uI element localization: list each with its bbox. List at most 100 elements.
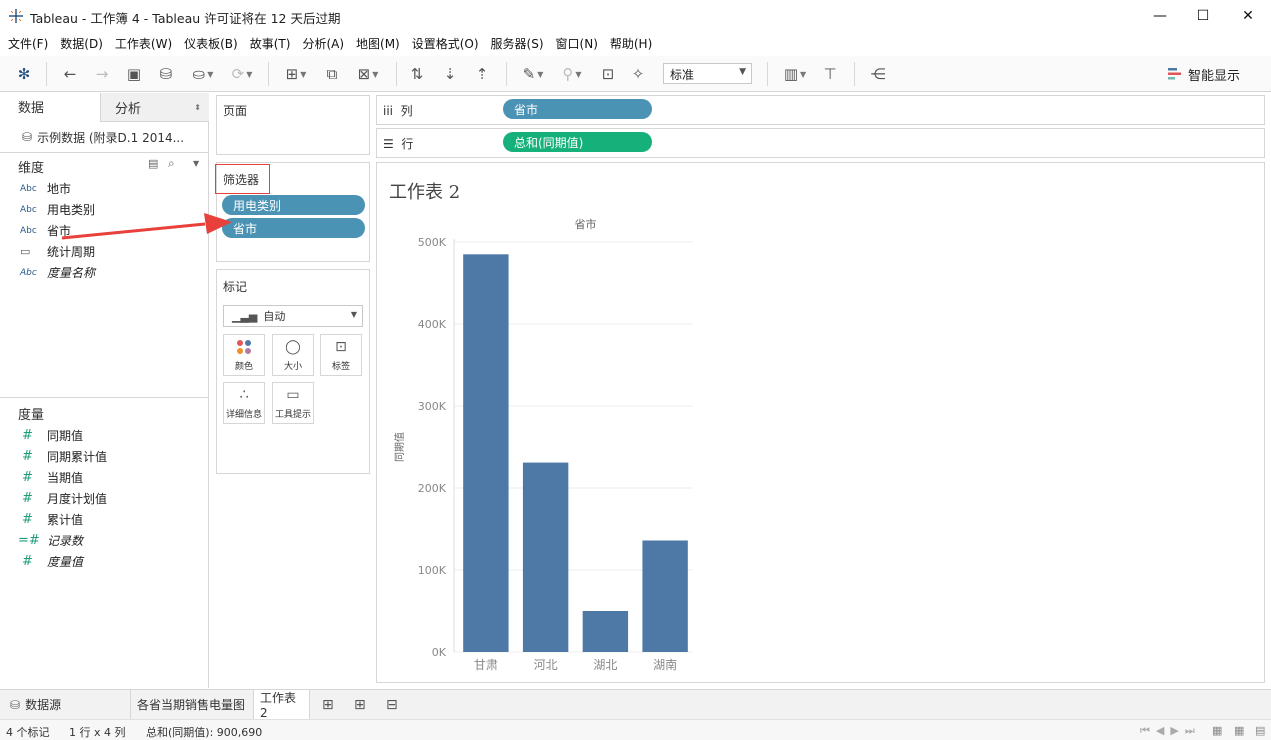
search-icon[interactable]: ⌕: [168, 156, 175, 171]
datasource-name: 示例数据 (附录D.1 2014...: [37, 130, 185, 145]
dimension-item[interactable]: Abc 用电类别: [0, 199, 208, 220]
dimension-item[interactable]: Abc 度量名称: [0, 262, 208, 283]
sheet-tab-bar: ⛁ 数据源 各省当期销售电量图 工作表 2 ⊞ ⊞ ⊟: [0, 689, 1271, 720]
filmstrip-icon[interactable]: ▦: [1234, 724, 1244, 737]
size-icon: ◯: [285, 338, 301, 355]
menu-map[interactable]: 地图(M): [350, 35, 406, 52]
dimension-item[interactable]: Abc 地市: [0, 178, 208, 199]
rows-shelf[interactable]: ☰ 行 总和(同期值): [376, 128, 1265, 158]
menu-format[interactable]: 设置格式(O): [406, 35, 485, 52]
refresh-icon[interactable]: ⟳ ▼: [224, 62, 260, 86]
toolbar: ✻ ← → ▣ ⛁ ⛀ ▼ ⟳ ▼ ⊞ ▼ ⧉ ⊠ ▼ ⇅ ⇣ ⇡ ✎ ▼ ⚲ ▼ ⊡ ✧ …: [0, 56, 1271, 92]
sort-ascending-icon[interactable]: ⇣: [438, 62, 462, 86]
size-button[interactable]: ◯ 大小: [272, 334, 314, 376]
tableau-home-icon[interactable]: ✻: [12, 62, 36, 86]
y-tick-label: 0K: [432, 646, 447, 659]
bar-chart: 省市 0K 100K 200K 300K 400K 500K 同期值甘肃 河北 湖北 湖南: [393, 217, 693, 672]
measure-item[interactable]: =# 记录数: [0, 530, 208, 551]
x-tick-label: 湖南: [653, 657, 677, 672]
hash-icon: #: [22, 449, 33, 464]
y-tick-label: 500K: [418, 236, 447, 249]
tooltip-icon: ▭: [286, 386, 300, 403]
measure-item[interactable]: # 度量值: [0, 551, 208, 572]
detail-button[interactable]: ∴ 详细信息: [223, 382, 265, 424]
menu-dashboard[interactable]: 仪表板(B): [178, 35, 244, 52]
new-worksheet-icon[interactable]: ⊞ ▼: [278, 62, 314, 86]
tab-analysis[interactable]: 分析 ⬍: [100, 93, 209, 122]
rows-label: ☰ 行: [383, 137, 414, 151]
new-datasource-icon[interactable]: ⛁: [154, 62, 178, 86]
columns-label: iii 列: [383, 104, 413, 118]
label-button[interactable]: ⊡ 标签: [320, 334, 362, 376]
datasource-icon: ⛁: [10, 697, 21, 712]
rows-pill[interactable]: 总和(同期值): [503, 132, 652, 152]
presentation-mode-icon[interactable]: ⊤: [818, 62, 842, 86]
view-cards-icon[interactable]: ▤: [148, 157, 158, 170]
measure-item[interactable]: # 当期值: [0, 467, 208, 488]
fit-select[interactable]: 标准 ▼: [663, 63, 752, 84]
x-tick-label: 河北: [534, 658, 558, 672]
measure-item[interactable]: # 同期值: [0, 425, 208, 446]
new-worksheet-icon[interactable]: ⊞: [316, 690, 342, 719]
share-icon[interactable]: ⋲: [866, 62, 890, 86]
chevron-down-icon[interactable]: ▼: [193, 159, 199, 168]
columns-shelf[interactable]: iii 列 省市: [376, 95, 1265, 125]
dimension-item[interactable]: ▭ 统计周期: [0, 241, 208, 262]
tab-datasource[interactable]: ⛁ 数据源: [4, 690, 130, 719]
filter-pill[interactable]: 用电类别: [222, 195, 365, 215]
filter-pill[interactable]: 省市: [222, 218, 365, 238]
pages-card[interactable]: 页面: [216, 95, 370, 155]
dimension-item[interactable]: Abc 省市: [0, 220, 208, 241]
highlight-icon[interactable]: ✎ ▼: [516, 62, 550, 86]
duplicate-sheet-icon[interactable]: ⧉: [320, 62, 344, 86]
status-sum: 总和(同期值): 900,690: [146, 726, 263, 739]
measure-item[interactable]: # 同期累计值: [0, 446, 208, 467]
color-button[interactable]: 颜色: [223, 334, 265, 376]
new-story-icon[interactable]: ⊟: [380, 690, 406, 719]
menu-worksheet[interactable]: 工作表(W): [109, 35, 178, 52]
maximize-button[interactable]: ☐: [1180, 0, 1226, 32]
show-cards-icon[interactable]: ▥ ▼: [777, 62, 813, 86]
undo-icon[interactable]: ←: [58, 62, 82, 86]
status-bar: 4 个标记 1 行 x 4 列 总和(同期值): 900,690 ⏮◀▶⏭ ▦ …: [0, 719, 1271, 740]
menu-window[interactable]: 窗口(N): [550, 35, 604, 52]
pin-axes-icon[interactable]: ✧: [626, 62, 650, 86]
menu-file[interactable]: 文件(F): [2, 35, 54, 52]
redo-icon[interactable]: →: [90, 62, 114, 86]
tooltip-button[interactable]: ▭ 工具提示: [272, 382, 314, 424]
measures-title: 度量: [18, 408, 45, 423]
mark-type-select[interactable]: ▁▃▅ 自动 ▼: [223, 305, 363, 327]
x-tick-label: 湖北: [593, 657, 617, 672]
menu-story[interactable]: 故事(T): [244, 35, 297, 52]
measure-item[interactable]: # 月度计划值: [0, 488, 208, 509]
new-dashboard-icon[interactable]: ⊞: [348, 690, 374, 719]
close-button[interactable]: ✕: [1225, 0, 1271, 32]
tab-data[interactable]: 数据: [0, 93, 100, 122]
sort-descending-icon[interactable]: ⇡: [470, 62, 494, 86]
tab-sheet-active[interactable]: 工作表 2: [253, 690, 310, 720]
filters-card[interactable]: 筛选器 用电类别 省市: [215, 162, 370, 262]
group-icon[interactable]: ⚲ ▼: [555, 62, 589, 86]
sheet-nav-icon[interactable]: ⏮◀▶⏭: [1140, 724, 1201, 738]
menu-data[interactable]: 数据(D): [54, 35, 109, 52]
pause-updates-icon[interactable]: ⛀ ▼: [186, 62, 220, 86]
swap-rows-columns-icon[interactable]: ⇅: [405, 62, 429, 86]
grid-view-icon[interactable]: ▦: [1212, 724, 1222, 737]
measure-item[interactable]: # 累计值: [0, 509, 208, 530]
show-labels-icon[interactable]: ⊡: [596, 62, 620, 86]
filters-title: 筛选器: [223, 173, 260, 187]
y-tick-label: 400K: [418, 318, 447, 331]
detail-icon: ∴: [239, 386, 249, 403]
smart-show-label: 智能显示: [1188, 68, 1241, 84]
tab-sheet[interactable]: 各省当期销售电量图: [130, 690, 252, 719]
menu-help[interactable]: 帮助(H): [604, 35, 658, 52]
save-icon[interactable]: ▣: [122, 62, 146, 86]
datasource-item[interactable]: ⛁ 示例数据 (附录D.1 2014...: [0, 122, 209, 152]
menu-analysis[interactable]: 分析(A): [296, 35, 350, 52]
minimize-button[interactable]: —: [1137, 0, 1183, 32]
menu-server[interactable]: 服务器(S): [485, 35, 550, 52]
tab-view-icon[interactable]: ▤: [1255, 724, 1265, 737]
clear-sheet-icon[interactable]: ⊠ ▼: [350, 62, 386, 86]
smart-show-button[interactable]: 智能显示: [1168, 63, 1240, 85]
columns-pill[interactable]: 省市: [503, 99, 652, 119]
